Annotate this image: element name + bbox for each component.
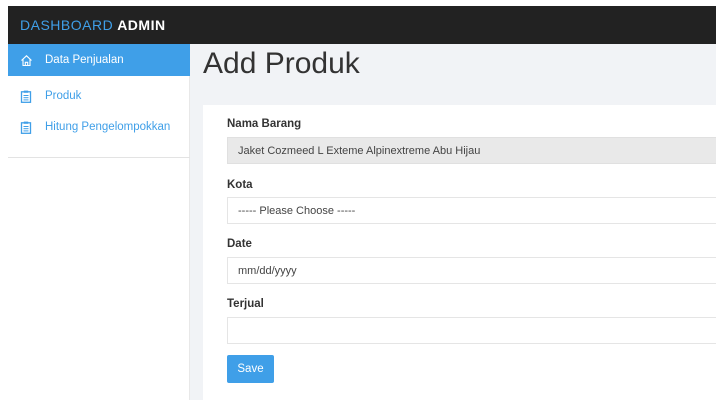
terjual-label: Terjual	[227, 298, 264, 310]
brand-text-dashboard: DASHBOARD	[20, 17, 114, 33]
clipboard-icon	[19, 120, 33, 134]
save-button-label: Save	[237, 363, 264, 375]
nama-barang-value: Jaket Cozmeed L Exteme Alpinextreme Abu …	[238, 144, 481, 157]
terjual-input[interactable]	[227, 317, 716, 344]
sidebar-item-produk[interactable]: Produk	[8, 80, 190, 112]
sidebar: Data Penjualan Produk Hitung Pengelompok…	[8, 44, 190, 400]
nama-barang-label: Nama Barang	[227, 118, 302, 130]
add-produk-form: Nama Barang Jaket Cozmeed L Exteme Alpin…	[203, 105, 716, 400]
home-icon	[19, 53, 33, 67]
kota-label: Kota	[227, 179, 253, 191]
kota-selected-value: ----- Please Choose -----	[238, 204, 356, 217]
brand-logo[interactable]: DASHBOARD ADMIN	[20, 17, 166, 33]
sidebar-item-label: Data Penjualan	[45, 54, 124, 66]
page-title: Add Produk	[203, 47, 360, 80]
clipboard-icon	[19, 89, 33, 103]
app-window: DASHBOARD ADMIN Data Penjualan Produk Hit…	[0, 0, 716, 400]
date-input[interactable]: mm/dd/yyyy	[227, 257, 716, 284]
sidebar-divider	[8, 157, 190, 158]
sidebar-item-label: Hitung Pengelompokkan	[45, 121, 171, 133]
save-button[interactable]: Save	[227, 355, 274, 383]
nama-barang-field[interactable]: Jaket Cozmeed L Exteme Alpinextreme Abu …	[227, 137, 716, 164]
date-placeholder: mm/dd/yyyy	[238, 264, 297, 277]
sidebar-item-hitung-pengelompokkan[interactable]: Hitung Pengelompokkan	[8, 111, 190, 143]
kota-select[interactable]: ----- Please Choose -----	[227, 197, 716, 224]
main-content: Add Produk Nama Barang Jaket Cozmeed L E…	[190, 44, 716, 400]
brand-text-admin: ADMIN	[117, 17, 166, 33]
sidebar-item-data-penjualan[interactable]: Data Penjualan	[8, 44, 190, 76]
date-label: Date	[227, 238, 252, 250]
top-navbar: DASHBOARD ADMIN	[8, 6, 716, 44]
sidebar-item-label: Produk	[45, 90, 82, 102]
